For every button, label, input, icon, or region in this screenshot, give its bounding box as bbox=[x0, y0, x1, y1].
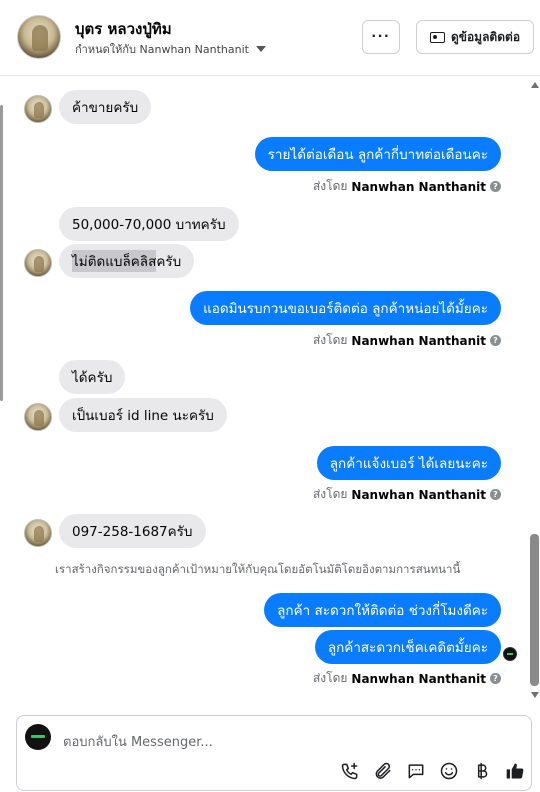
saved-reply-icon[interactable] bbox=[405, 760, 427, 782]
contact-message-avatar bbox=[24, 249, 52, 277]
page-avatar bbox=[25, 724, 51, 750]
contact-avatar[interactable] bbox=[17, 15, 61, 59]
phone-plus-icon[interactable] bbox=[339, 760, 361, 782]
sent-by-prefix: ส่งโดย bbox=[312, 487, 348, 501]
outgoing-message[interactable]: รายได้ต่อเดือน ลูกค้ากี่บาทต่อเดือนคะ bbox=[254, 137, 501, 171]
like-icon[interactable] bbox=[504, 760, 526, 782]
view-contact-label: ดูข้อมูลติดต่อ bbox=[450, 29, 521, 44]
outgoing-message[interactable]: ลูกค้า สะดวกให้ติดต่อ ช่วงกี่โมงดีคะ bbox=[264, 593, 501, 627]
sent-by-prefix: ส่งโดย bbox=[312, 179, 348, 193]
attachment-icon[interactable] bbox=[372, 760, 394, 782]
outgoing-message[interactable]: แอดมินรบกวนขอเบอร์ติดต่อ ลูกค้าหน่อยได้ม… bbox=[190, 291, 501, 325]
reply-composer[interactable]: ตอบกลับใน Messenger... bbox=[16, 715, 532, 791]
scrollbar-thumb[interactable] bbox=[530, 534, 539, 686]
caret-down-icon bbox=[255, 46, 266, 52]
incoming-message[interactable]: 50,000-70,000 บาทครับ bbox=[59, 207, 239, 241]
auto-activity-notice: เราสร้างกิจกรรมของลูกค้าเป้าหมายให้กับคุ… bbox=[55, 562, 461, 576]
seen-avatar bbox=[503, 647, 517, 661]
sent-by-label: ส่งโดย Nanwhan Nanthanit ? bbox=[313, 177, 501, 196]
baht-icon[interactable] bbox=[471, 760, 493, 782]
help-icon[interactable]: ? bbox=[490, 489, 501, 500]
highlighted-text: ไม่ติดแบล็คลิส bbox=[72, 250, 157, 272]
more-options-button[interactable]: ··· bbox=[362, 20, 400, 54]
sent-by-prefix: ส่งโดย bbox=[312, 333, 348, 347]
incoming-message[interactable]: ค้าขายครับ bbox=[59, 90, 152, 124]
contact-message-avatar bbox=[24, 403, 52, 431]
assignee-label: กำหนดให้กับ Nanwhan Nanthanit bbox=[75, 43, 249, 56]
sent-by-prefix: ส่งโดย bbox=[312, 671, 348, 685]
conversation-header: บุตร หลวงปู่ทิม กำหนดให้กับ Nanwhan Nant… bbox=[0, 0, 540, 76]
incoming-message[interactable]: ไม่ติดแบล็คลิส ครับ bbox=[59, 244, 195, 278]
panel-edge-bar bbox=[0, 105, 3, 401]
contact-message-avatar bbox=[24, 519, 52, 547]
sent-by-name: Nanwhan Nanthanit bbox=[351, 671, 486, 686]
assignee-dropdown[interactable]: กำหนดให้กับ Nanwhan Nanthanit bbox=[75, 40, 266, 58]
sent-by-label: ส่งโดย Nanwhan Nanthanit ? bbox=[313, 331, 501, 350]
help-icon[interactable]: ? bbox=[490, 181, 501, 192]
view-contact-button[interactable]: ดูข้อมูลติดต่อ bbox=[416, 20, 534, 54]
sent-by-name: Nanwhan Nanthanit bbox=[351, 487, 486, 502]
scroll-up-arrow-icon[interactable] bbox=[531, 82, 539, 88]
message-suffix: ครับ bbox=[156, 254, 182, 270]
help-icon[interactable]: ? bbox=[490, 335, 501, 346]
sent-by-label: ส่งโดย Nanwhan Nanthanit ? bbox=[313, 669, 501, 688]
sent-by-label: ส่งโดย Nanwhan Nanthanit ? bbox=[313, 485, 501, 504]
emoji-icon[interactable] bbox=[438, 760, 460, 782]
sent-by-name: Nanwhan Nanthanit bbox=[351, 333, 486, 348]
sent-by-name: Nanwhan Nanthanit bbox=[351, 179, 486, 194]
outgoing-message[interactable]: ลูกค้าสะดวกเช็คเคดิตมั้ยคะ bbox=[314, 630, 501, 664]
contact-name[interactable]: บุตร หลวงปู่ทิม bbox=[75, 17, 172, 41]
incoming-message[interactable]: เป็นเบอร์ id line นะครับ bbox=[59, 398, 227, 432]
help-icon[interactable]: ? bbox=[490, 673, 501, 684]
reply-input[interactable]: ตอบกลับใน Messenger... bbox=[63, 731, 213, 752]
incoming-message[interactable]: 097-258-1687ครับ bbox=[59, 514, 206, 548]
contact-message-avatar bbox=[24, 95, 52, 123]
incoming-message[interactable]: ได้ครับ bbox=[59, 360, 126, 394]
composer-toolbar bbox=[339, 760, 526, 782]
scroll-down-arrow-icon[interactable] bbox=[531, 692, 539, 698]
contact-card-icon bbox=[429, 31, 445, 43]
outgoing-message[interactable]: ลูกค้าแจ้งเบอร์ ได้เลยนะคะ bbox=[316, 446, 501, 480]
